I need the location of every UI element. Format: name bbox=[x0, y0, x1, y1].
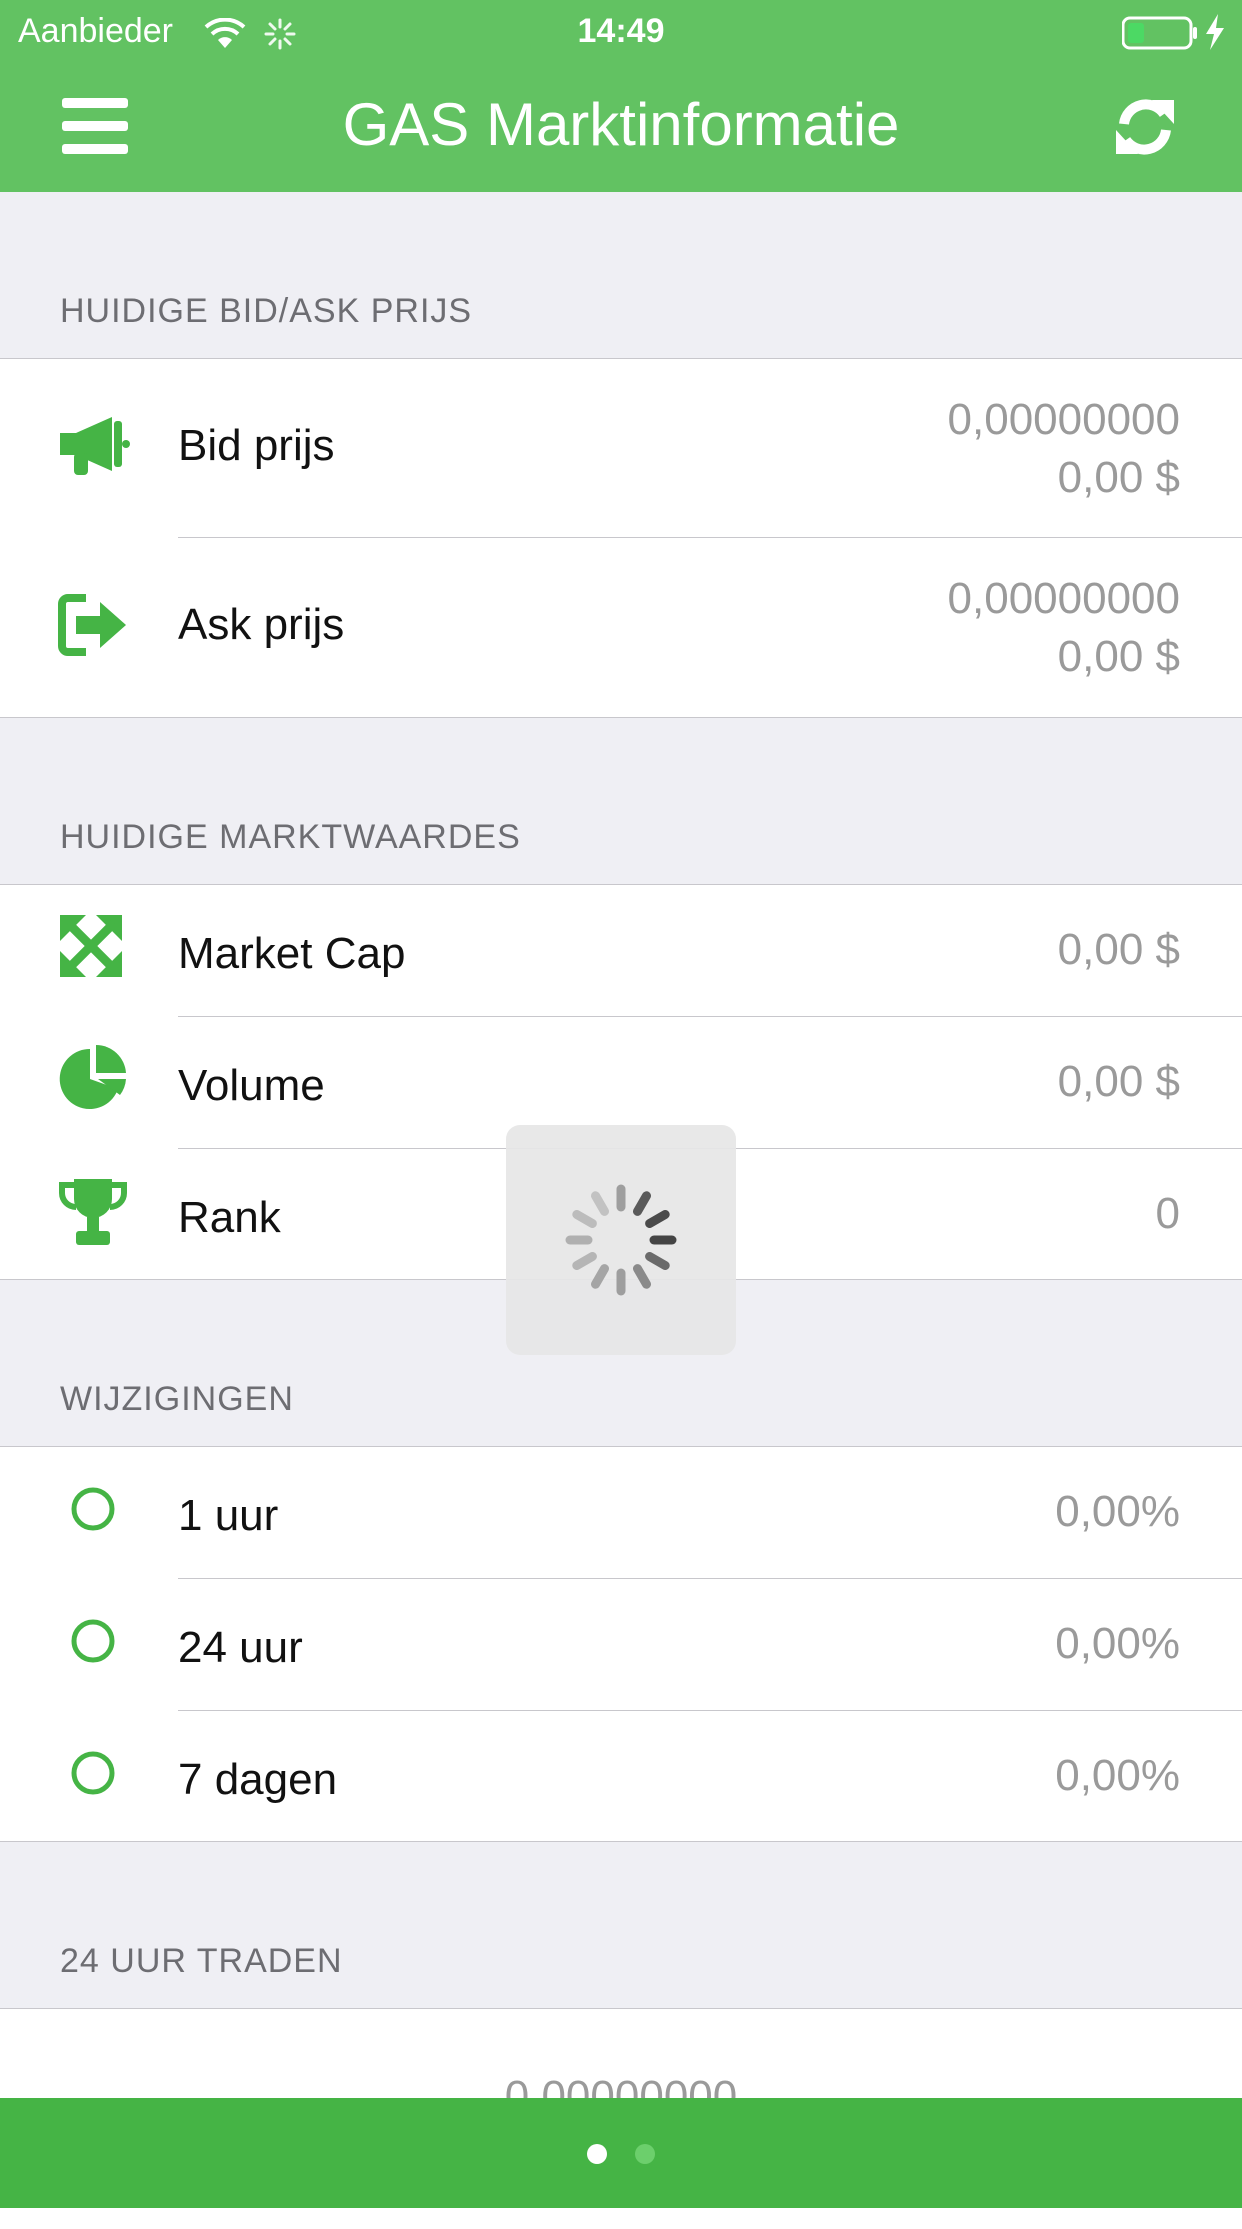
circle-outline-icon bbox=[56, 1619, 132, 1695]
market-cap-label: Market Cap bbox=[178, 929, 406, 978]
section-header-bid-ask: HUIDIGE BID/ASK PRIJS bbox=[60, 292, 473, 330]
refresh-icon[interactable] bbox=[1112, 94, 1178, 160]
activity-spinner-icon bbox=[565, 1184, 677, 1296]
bid-price-crypto-value: 0,00000000 bbox=[947, 395, 1180, 444]
trophy-icon bbox=[56, 1175, 132, 1251]
loading-indicator bbox=[506, 1125, 736, 1355]
section-header-24h-trading: 24 UUR TRADEN bbox=[60, 1942, 343, 1980]
pie-chart-icon bbox=[56, 1043, 132, 1119]
ask-price-usd-value: 0,00 $ bbox=[1057, 632, 1180, 681]
ask-price-crypto-value: 0,00000000 bbox=[947, 574, 1180, 623]
market-cap-value: 0,00 $ bbox=[1057, 925, 1180, 974]
battery-icon bbox=[1121, 16, 1198, 59]
row-bid-price[interactable]: Bid prijs 0,00000000 0,00 $ bbox=[0, 359, 1242, 537]
row-change-1h[interactable]: 1 uur 0,00% bbox=[0, 1447, 1242, 1578]
volume-value: 0,00 $ bbox=[1057, 1057, 1180, 1106]
row-market-cap[interactable]: Market Cap 0,00 $ bbox=[0, 885, 1242, 1016]
change-7d-label: 7 dagen bbox=[178, 1755, 338, 1804]
charging-bolt-icon bbox=[1204, 14, 1226, 59]
page-control-bar bbox=[0, 2098, 1242, 2208]
bid-ask-group: Bid prijs 0,00000000 0,00 $ Ask prijs 0,… bbox=[0, 358, 1242, 718]
change-24h-label: 24 uur bbox=[178, 1623, 303, 1672]
top-bar: Aanbieder 14:49 GAS Marktinformatie bbox=[0, 0, 1242, 192]
changes-group: 1 uur 0,00% 24 uur 0,00% 7 dagen 0,00% bbox=[0, 1446, 1242, 1842]
page-title: GAS Marktinformatie bbox=[342, 91, 900, 158]
row-change-24h[interactable]: 24 uur 0,00% bbox=[0, 1579, 1242, 1710]
circle-outline-icon bbox=[56, 1487, 132, 1563]
status-bar: Aanbieder 14:49 bbox=[0, 8, 1242, 56]
section-header-changes: WIJZIGINGEN bbox=[60, 1380, 294, 1418]
change-7d-value: 0,00% bbox=[1055, 1751, 1180, 1800]
row-change-7d[interactable]: 7 dagen 0,00% bbox=[0, 1711, 1242, 1841]
page-dot-active[interactable] bbox=[587, 2144, 607, 2164]
bid-price-usd-value: 0,00 $ bbox=[1057, 453, 1180, 502]
sign-out-icon bbox=[56, 588, 132, 664]
section-header-market-values: HUIDIGE MARKTWAARDES bbox=[60, 818, 521, 856]
bid-price-label: Bid prijs bbox=[178, 421, 335, 470]
change-1h-label: 1 uur bbox=[178, 1491, 279, 1540]
volume-label: Volume bbox=[178, 1061, 325, 1110]
rank-label: Rank bbox=[178, 1193, 281, 1242]
ask-price-label: Ask prijs bbox=[178, 600, 345, 649]
rank-value: 0 bbox=[1155, 1189, 1180, 1238]
circle-outline-icon bbox=[56, 1751, 132, 1827]
megaphone-icon bbox=[56, 409, 132, 485]
page-dot-inactive[interactable] bbox=[635, 2144, 655, 2164]
row-ask-price[interactable]: Ask prijs 0,00000000 0,00 $ bbox=[0, 538, 1242, 717]
change-1h-value: 0,00% bbox=[1055, 1487, 1180, 1536]
navigation-bar: GAS Marktinformatie bbox=[0, 62, 1242, 192]
change-24h-value: 0,00% bbox=[1055, 1619, 1180, 1668]
expand-arrows-icon bbox=[56, 911, 132, 987]
status-time: 14:49 bbox=[577, 12, 665, 50]
